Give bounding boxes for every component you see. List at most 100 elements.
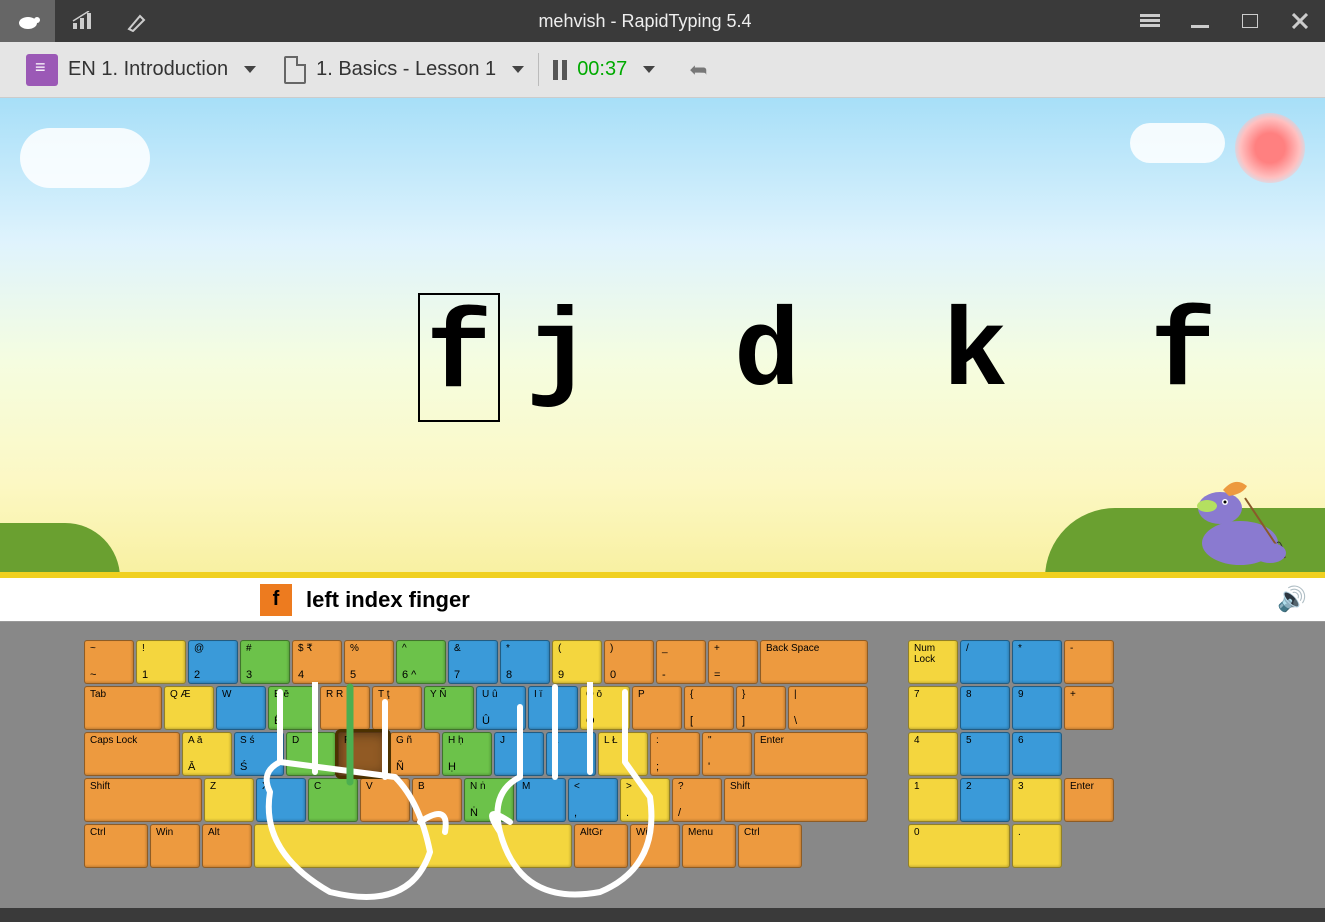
key--[interactable]: . xyxy=(1012,824,1062,868)
key-win[interactable]: Win xyxy=(630,824,680,868)
key-alt[interactable]: Alt xyxy=(202,824,252,868)
lesson-selector[interactable]: 1. Basics - Lesson 1 xyxy=(270,42,538,97)
maximize-button[interactable] xyxy=(1225,0,1275,42)
key-shift[interactable]: Shift xyxy=(84,778,202,822)
key-n-[interactable]: N ṅṄ xyxy=(464,778,514,822)
key-menu[interactable]: Menu xyxy=(682,824,736,868)
key--[interactable]: ^6 ^ xyxy=(396,640,446,684)
key-v[interactable]: V xyxy=(360,778,410,822)
key-ctrl[interactable]: Ctrl xyxy=(738,824,802,868)
key--[interactable]: )0 xyxy=(604,640,654,684)
key-num-lock[interactable]: Num Lock xyxy=(908,640,958,684)
key-e-[interactable]: E ēÊ xyxy=(268,686,318,730)
key--[interactable]: !1 xyxy=(136,640,186,684)
key--[interactable]: - xyxy=(1064,640,1114,684)
key-z[interactable]: Z xyxy=(204,778,254,822)
key-tab[interactable]: Tab xyxy=(84,686,162,730)
key-w[interactable]: W xyxy=(216,686,266,730)
key-7[interactable]: 7 xyxy=(908,686,958,730)
key-u-[interactable]: U ûÛ xyxy=(476,686,526,730)
undo-button[interactable]: ➦ xyxy=(689,57,707,83)
key--[interactable]: :; xyxy=(650,732,700,776)
tab-highlighter[interactable] xyxy=(110,0,165,42)
key--[interactable]: #3 xyxy=(240,640,290,684)
speaker-icon[interactable]: 🔊 xyxy=(1277,585,1307,614)
keyboard-area: ~~!1@2#3$ ₹4%5^6 ^&7*8(9)0_-+=Back Space… xyxy=(0,622,1325,908)
key-0[interactable]: 0 xyxy=(908,824,1010,868)
key-i-[interactable]: I ï xyxy=(528,686,578,730)
key--[interactable]: * xyxy=(1012,640,1062,684)
key-back-space[interactable]: Back Space xyxy=(760,640,868,684)
cloud-decoration xyxy=(20,128,150,188)
key-ctrl[interactable]: Ctrl xyxy=(84,824,148,868)
key-8[interactable]: 8 xyxy=(960,686,1010,730)
course-label: EN 1. Introduction xyxy=(68,58,228,81)
key--[interactable]: @2 xyxy=(188,640,238,684)
key-c[interactable]: C xyxy=(308,778,358,822)
key-1[interactable]: 1 xyxy=(908,778,958,822)
key-s-[interactable]: S śŚ xyxy=(234,732,284,776)
key-5[interactable]: 5 xyxy=(960,732,1010,776)
typing-text: fj d k f j d k xyxy=(418,293,1325,422)
key-altgr[interactable]: AltGr xyxy=(574,824,628,868)
key-shift[interactable]: Shift xyxy=(724,778,868,822)
key--[interactable]: + xyxy=(1064,686,1114,730)
key--[interactable]: |\ xyxy=(788,686,868,730)
close-button[interactable] xyxy=(1275,0,1325,42)
numpad: Num Lock/*- 789+456 123Enter 0. xyxy=(908,640,1118,870)
menu-button[interactable] xyxy=(1125,0,1175,42)
key--[interactable]: (9 xyxy=(552,640,602,684)
key-r-r[interactable]: R R xyxy=(320,686,370,730)
key-d[interactable]: D xyxy=(286,732,336,776)
key--[interactable]: }] xyxy=(736,686,786,730)
key--[interactable]: *8 xyxy=(500,640,550,684)
key-x[interactable]: X xyxy=(256,778,306,822)
key-q-[interactable]: Q Æ xyxy=(164,686,214,730)
tab-turtle[interactable] xyxy=(0,0,55,42)
key--[interactable]: $ ₹4 xyxy=(292,640,342,684)
key-j[interactable]: J xyxy=(494,732,544,776)
key--[interactable]: <, xyxy=(568,778,618,822)
key-h-[interactable]: H ḥḤ xyxy=(442,732,492,776)
hill-decoration xyxy=(0,523,120,578)
key-9[interactable]: 9 xyxy=(1012,686,1062,730)
key-enter[interactable]: Enter xyxy=(754,732,868,776)
key-f[interactable]: F xyxy=(338,732,388,776)
key--[interactable]: "' xyxy=(702,732,752,776)
practice-area: fj d k f j d k xyxy=(0,98,1325,578)
key-3[interactable]: 3 xyxy=(1012,778,1062,822)
key-l-[interactable]: L Ł xyxy=(598,732,648,776)
key-g-[interactable]: G ñÑ xyxy=(390,732,440,776)
key-enter[interactable]: Enter xyxy=(1064,778,1114,822)
key--[interactable]: ~~ xyxy=(84,640,134,684)
key--[interactable]: &7 xyxy=(448,640,498,684)
key-m[interactable]: M xyxy=(516,778,566,822)
key--[interactable]: / xyxy=(960,640,1010,684)
course-selector[interactable]: EN 1. Introduction xyxy=(12,42,270,97)
chevron-down-icon[interactable] xyxy=(643,66,655,73)
key--[interactable]: ?/ xyxy=(672,778,722,822)
key-caps-lock[interactable]: Caps Lock xyxy=(84,732,180,776)
key--[interactable]: %5 xyxy=(344,640,394,684)
window-title: mehvish - RapidTyping 5.4 xyxy=(165,11,1125,32)
key-2[interactable]: 2 xyxy=(960,778,1010,822)
key--[interactable]: _- xyxy=(656,640,706,684)
key-p[interactable]: P xyxy=(632,686,682,730)
key-6[interactable]: 6 xyxy=(1012,732,1062,776)
key-space[interactable] xyxy=(254,824,572,868)
key--[interactable]: >. xyxy=(620,778,670,822)
key-k[interactable]: K xyxy=(546,732,596,776)
pause-button[interactable] xyxy=(553,60,567,80)
key-t-[interactable]: T ţ xyxy=(372,686,422,730)
key-4[interactable]: 4 xyxy=(908,732,958,776)
key-b[interactable]: B xyxy=(412,778,462,822)
tab-stats[interactable] xyxy=(55,0,110,42)
crocodile-mascot xyxy=(1185,468,1295,568)
key-a-[interactable]: A āĀ xyxy=(182,732,232,776)
key--[interactable]: {[ xyxy=(684,686,734,730)
key-o-[interactable]: O ōŌ xyxy=(580,686,630,730)
key--[interactable]: += xyxy=(708,640,758,684)
key-win[interactable]: Win xyxy=(150,824,200,868)
key-y-[interactable]: Y Ñ xyxy=(424,686,474,730)
minimize-button[interactable] xyxy=(1175,0,1225,42)
